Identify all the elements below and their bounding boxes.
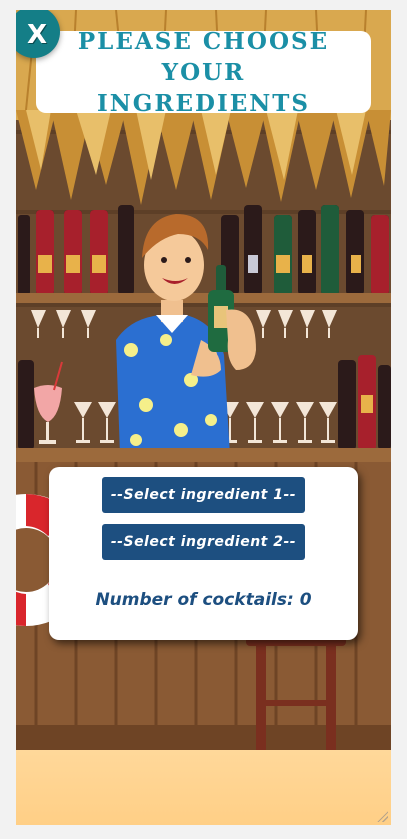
ingredient-panel: --Select ingredient 1-- --Select ingredi…	[49, 467, 358, 640]
resize-grip[interactable]	[376, 810, 388, 822]
select-ingredient-2[interactable]: --Select ingredient 2--	[102, 524, 305, 560]
title-card: Please choose your ingredients	[36, 28, 371, 117]
floor-strip	[16, 750, 391, 825]
select-ingredient-1[interactable]: --Select ingredient 1--	[102, 477, 305, 513]
page-title: Please choose your ingredients	[77, 27, 330, 117]
cocktail-count: Number of cocktails: 0	[95, 590, 312, 610]
close-icon: X	[26, 20, 48, 50]
game-window: Please choose your ingredients X --Selec…	[16, 10, 391, 825]
